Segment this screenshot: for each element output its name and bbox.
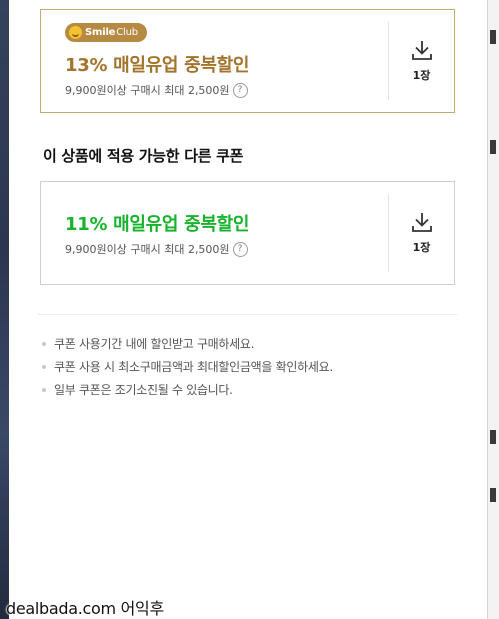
coupon-info: Smile Club 13% 매일유업 중복할인 9,900원이상 구매시 최대… [65,10,384,112]
background-text-fragment [490,430,496,444]
coupon-download-button[interactable]: 1장 [389,10,454,112]
coupon-modal: Smile Club 13% 매일유업 중복할인 9,900원이상 구매시 최대… [9,0,487,619]
coupon-condition: 9,900원이상 구매시 최대 2,500원 ? [65,82,248,98]
download-icon [411,41,432,60]
coupon-title: 13% 매일유업 중복할인 [65,55,250,76]
smile-icon [69,26,82,39]
coupon-card-smileclub: Smile Club 13% 매일유업 중복할인 9,900원이상 구매시 최대… [40,9,455,113]
coupon-condition: 9,900원이상 구매시 최대 2,500원 ? [65,241,248,257]
divider [38,314,457,315]
background-page-right [487,0,499,619]
download-icon [411,213,432,232]
badge-brand: Smile [85,27,116,38]
coupon-info: 11% 매일유업 중복할인 9,900원이상 구매시 최대 2,500원 ? [65,182,384,284]
section-title: 이 상품에 적용 가능한 다른 쿠폰 [43,147,244,165]
download-count: 1장 [412,241,431,254]
coupon-card-other: 11% 매일유업 중복할인 9,900원이상 구매시 최대 2,500원 ? 1… [40,181,455,285]
badge-club: Club [116,27,138,38]
download-count: 1장 [412,69,431,82]
coupon-condition-text: 9,900원이상 구매시 최대 2,500원 [65,84,230,97]
notice-list: 쿠폰 사용기간 내에 할인받고 구매하세요. 쿠폰 사용 시 최소구매금액과 최… [40,336,333,405]
notice-item: 쿠폰 사용 시 최소구매금액과 최대할인금액을 확인하세요. [40,359,333,382]
background-text-fragment [490,30,496,44]
coupon-condition-text: 9,900원이상 구매시 최대 2,500원 [65,243,230,256]
help-icon[interactable]: ? [232,82,248,98]
background-text-fragment [490,488,496,502]
notice-item: 일부 쿠폰은 조기소진될 수 있습니다. [40,382,333,405]
coupon-download-button[interactable]: 1장 [389,182,454,284]
watermark: dealbada.com 어익후 [6,599,164,618]
background-page-left [0,0,9,619]
coupon-title: 11% 매일유업 중복할인 [65,214,250,235]
notice-item: 쿠폰 사용기간 내에 할인받고 구매하세요. [40,336,333,359]
smileclub-badge: Smile Club [65,23,147,42]
help-icon[interactable]: ? [232,241,248,257]
background-text-fragment [490,140,496,154]
